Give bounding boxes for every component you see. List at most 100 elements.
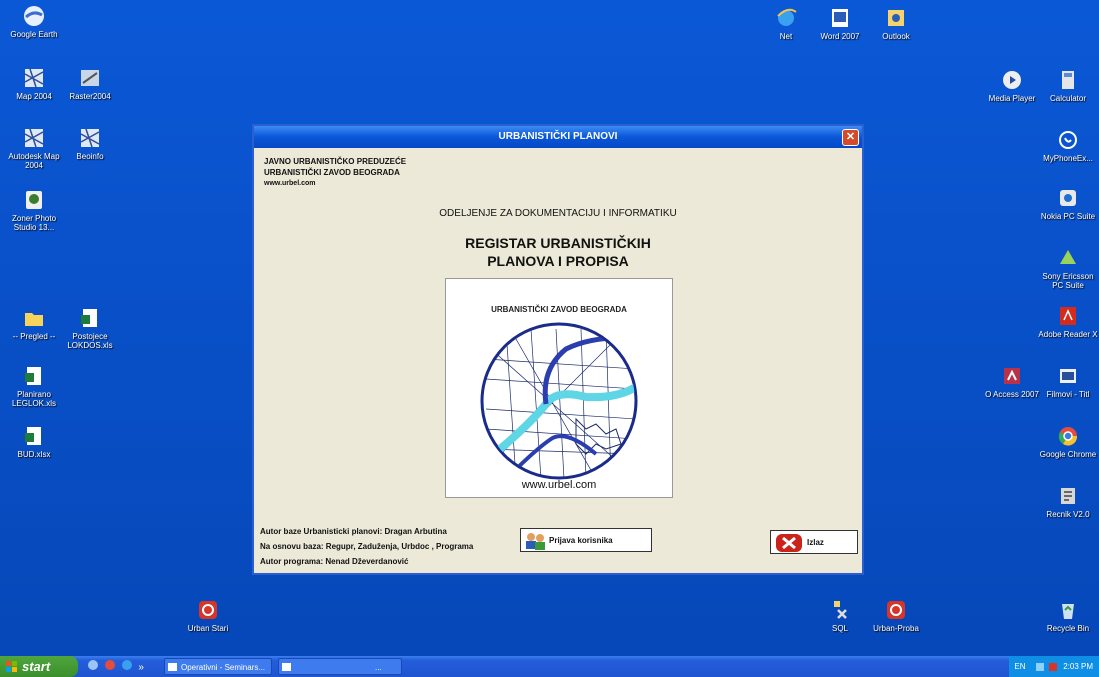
desktop-icon-word[interactable]: Word 2007 [808, 6, 872, 41]
quicklaunch-more[interactable]: » [138, 662, 144, 673]
credit-db-author: Autor baze Urbanisticki planovi: Dragan … [260, 527, 447, 536]
zoner-icon [26, 191, 42, 209]
quicklaunch-desktop-icon[interactable] [88, 660, 98, 670]
icon-label: Urban Stari [187, 624, 229, 633]
register-line1: REGISTAR URBANISTIČKIH [465, 235, 651, 251]
icon-label: Google Earth [10, 30, 58, 39]
logo-url: www.urbel.com [521, 479, 597, 491]
task-window-icon [168, 663, 177, 671]
icon-label: Postojece LOKDOS.xls [67, 332, 113, 350]
sql-icon [834, 601, 847, 619]
ie-icon [777, 8, 797, 26]
icon-label: BUD.xlsx [17, 450, 51, 459]
desktop-icon-access[interactable]: O Access 2007 [980, 364, 1044, 399]
icon-label: Zoner Photo Studio 13... [11, 214, 57, 232]
task-label: Operativni - Seminars... [181, 663, 266, 672]
org-line1: JAVNO URBANISTIČKO PREDUZEĆE [264, 157, 407, 166]
icon-label: Filmovi - Titl [1046, 390, 1090, 399]
credits: Autor baze Urbanisticki planovi: Dragan … [260, 524, 473, 569]
taskbar-item-operativni[interactable]: Operativni - Seminars... [164, 658, 272, 675]
icon-label: Beoinfo [76, 152, 104, 161]
desktop-icon-urban-stari[interactable]: Urban Stari [176, 598, 240, 633]
register-title: REGISTAR URBANISTIČKIH PLANOVA I PROPISA [254, 234, 862, 270]
clock[interactable]: 2:03 PM [1063, 662, 1093, 671]
city-map-icon [480, 322, 638, 480]
desktop-icon-sony[interactable]: Sony Ericsson PC Suite [1036, 246, 1099, 290]
outlook-icon [888, 10, 904, 26]
desktop-icon-outlook[interactable]: Outlook [864, 6, 928, 41]
nokia-icon [1060, 190, 1076, 206]
security-icon[interactable] [1048, 662, 1057, 671]
desktop-icon-recnik[interactable]: Recnik V2.0 [1036, 484, 1099, 519]
urban-plans-dialog: URBANISTIČKI PLANOVI ✕ JAVNO URBANISTIČK… [252, 124, 864, 575]
beoinfo-icon [80, 128, 100, 148]
icon-label: Urban-Proba [873, 624, 919, 633]
login-label: Prijava korisnika [549, 536, 613, 545]
desktop-icon-filmovi[interactable]: Filmovi - Titl [1036, 364, 1099, 399]
icon-label: Nokia PC Suite [1040, 212, 1096, 221]
autodesk-map-icon [24, 128, 44, 148]
adobe-icon [1060, 307, 1076, 325]
desktop-icon-pregled[interactable]: -- Pregled -- [2, 306, 66, 341]
desktop-icon-adobe[interactable]: Adobe Reader X [1036, 304, 1099, 339]
film-icon [1060, 369, 1076, 383]
desktop-icon-bud[interactable]: BUD.xlsx [2, 424, 66, 459]
desktop-icon-myphoneex[interactable]: MyPhoneEx... [1036, 128, 1099, 163]
media-player-icon [1003, 71, 1021, 89]
desktop-icon-nokia[interactable]: Nokia PC Suite [1036, 186, 1099, 221]
icon-label: Recycle Bin [1046, 624, 1090, 633]
desktop-icon-leglok[interactable]: Planirano LEGLOK.xls [2, 364, 66, 408]
desktop-icon-recycle-bin[interactable]: Recycle Bin [1036, 598, 1099, 633]
desktop-icon-urban-proba[interactable]: Urban-Proba [864, 598, 928, 633]
desktop-icon-chrome[interactable]: Google Chrome [1036, 424, 1099, 459]
urban-icon [887, 601, 905, 619]
icon-label: SQL [831, 624, 848, 633]
icon-label: Outlook [882, 32, 910, 41]
dialog-titlebar[interactable]: URBANISTIČKI PLANOVI ✕ [254, 126, 862, 148]
chrome-icon [1058, 427, 1078, 446]
network-icon[interactable] [1035, 662, 1044, 671]
dialog-title: URBANISTIČKI PLANOVI [498, 131, 618, 142]
google-earth-icon [24, 6, 44, 26]
system-tray: EN 2:03 PM [1009, 656, 1099, 677]
calculator-icon [1062, 71, 1074, 89]
windows-logo-icon [6, 661, 17, 672]
sony-icon [1060, 250, 1076, 264]
desktop-icon-google-earth[interactable]: Google Earth [2, 4, 66, 39]
folder-icon [25, 313, 43, 326]
desktop-icon-autodesk-map[interactable]: Autodesk Map 2004 [2, 126, 66, 170]
close-button[interactable]: ✕ [842, 129, 859, 146]
desktop-icon-sql[interactable]: SQL [808, 598, 872, 633]
dictionary-icon [1061, 488, 1075, 504]
desktop-icon-beoinfo[interactable]: Beoinfo [58, 126, 122, 161]
desktop-icon-lokdos[interactable]: Postojece LOKDOS.xls [58, 306, 122, 350]
desktop-icon-zoner[interactable]: Zoner Photo Studio 13... [2, 188, 66, 232]
desktop-icon-calculator[interactable]: Calculator [1036, 68, 1099, 103]
excel-icon [25, 427, 41, 445]
icon-label: MyPhoneEx... [1043, 154, 1093, 163]
desktop-icon-media-player[interactable]: Media Player [980, 68, 1044, 103]
credit-based-on: Na osnovu baza: Regupr, Zaduženja, Urbdo… [260, 542, 474, 551]
start-button[interactable]: start [0, 656, 78, 677]
quicklaunch-ie-icon[interactable] [121, 660, 132, 670]
desktop-icon-map2004[interactable]: Map 2004 [2, 66, 66, 101]
raster-icon [81, 70, 99, 86]
start-label: start [22, 659, 51, 674]
map-icon [24, 68, 44, 88]
icon-label: Word 2007 [820, 32, 860, 41]
exit-button[interactable]: Izlaz [770, 530, 858, 554]
quick-launch: » [88, 660, 144, 673]
login-button[interactable]: Prijava korisnika [520, 528, 652, 552]
excel-icon [81, 309, 97, 327]
task-label: ... [375, 663, 382, 672]
word-icon [832, 9, 848, 27]
institute-logo: URBANISTIČKI ZAVOD BEOGRADA www.urbel.co… [445, 278, 673, 498]
language-indicator[interactable]: EN [1014, 662, 1025, 671]
task-window-icon [282, 663, 291, 671]
organization-header: JAVNO URBANISTIČKO PREDUZEĆE URBANISTIČK… [264, 156, 406, 189]
desktop-icon-raster2004[interactable]: Raster2004 [58, 66, 122, 101]
quicklaunch-chrome-icon[interactable] [104, 660, 115, 670]
taskbar-item-app[interactable]: ... [278, 658, 402, 675]
icon-label: Recnik V2.0 [1046, 510, 1090, 519]
icon-label: -- Pregled -- [12, 332, 56, 341]
